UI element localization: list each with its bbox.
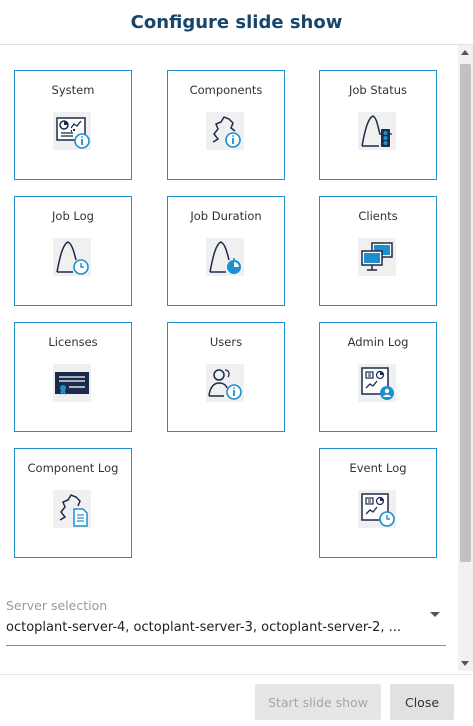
tile-label: Job Duration <box>190 209 262 223</box>
tile-label: Clients <box>358 209 398 223</box>
tile-label: Component Log <box>27 461 119 475</box>
tile-label: Users <box>209 335 243 349</box>
start-slide-show-button[interactable]: Start slide show <box>255 684 381 720</box>
server-selection-select[interactable]: octoplant-server-4, octoplant-server-3, … <box>6 620 426 635</box>
tile-job-status[interactable]: Job Status <box>319 70 437 180</box>
event-log-clock-icon <box>358 490 396 528</box>
scroll-up-arrow-icon[interactable] <box>461 50 469 55</box>
tile-label: Job Status <box>348 83 408 97</box>
tile-event-log[interactable]: Event Log <box>319 448 437 558</box>
components-info-icon <box>206 112 244 150</box>
footer-divider <box>0 674 473 675</box>
tile-clients[interactable]: Clients <box>319 196 437 306</box>
admin-log-user-icon <box>358 364 396 402</box>
tile-label: System <box>51 83 95 97</box>
clients-monitors-icon <box>358 238 396 276</box>
tile-label: Licenses <box>48 335 98 349</box>
server-selection-label: Server selection <box>6 598 108 613</box>
tile-licenses[interactable]: Licenses <box>14 322 132 432</box>
component-log-document-icon <box>53 490 91 528</box>
tile-users[interactable]: Users <box>167 322 285 432</box>
server-selection-underline <box>6 645 446 646</box>
tile-admin-log[interactable]: Admin Log <box>319 322 437 432</box>
tile-label: Components <box>189 83 263 97</box>
tile-label: Event Log <box>349 461 407 475</box>
job-status-traffic-light-icon <box>358 112 396 150</box>
tile-job-log[interactable]: Job Log <box>14 196 132 306</box>
tile-component-log[interactable]: Component Log <box>14 448 132 558</box>
users-info-icon <box>206 364 244 402</box>
tile-label: Admin Log <box>347 335 409 349</box>
tile-label: Job Log <box>52 209 94 223</box>
scrollbar-thumb[interactable] <box>460 64 471 562</box>
dropdown-arrow-icon[interactable] <box>430 612 440 617</box>
license-certificate-icon <box>53 364 91 402</box>
tile-components[interactable]: Components <box>167 70 285 180</box>
tile-system[interactable]: System <box>14 70 132 180</box>
tile-job-duration[interactable]: Job Duration <box>167 196 285 306</box>
system-info-icon <box>53 112 91 150</box>
job-log-clock-icon <box>53 238 91 276</box>
dialog-title: Configure slide show <box>130 11 343 33</box>
close-button[interactable]: Close <box>390 684 454 720</box>
header-divider <box>0 44 473 45</box>
scroll-down-arrow-icon[interactable] <box>461 661 469 666</box>
job-duration-stopwatch-icon <box>206 238 244 276</box>
